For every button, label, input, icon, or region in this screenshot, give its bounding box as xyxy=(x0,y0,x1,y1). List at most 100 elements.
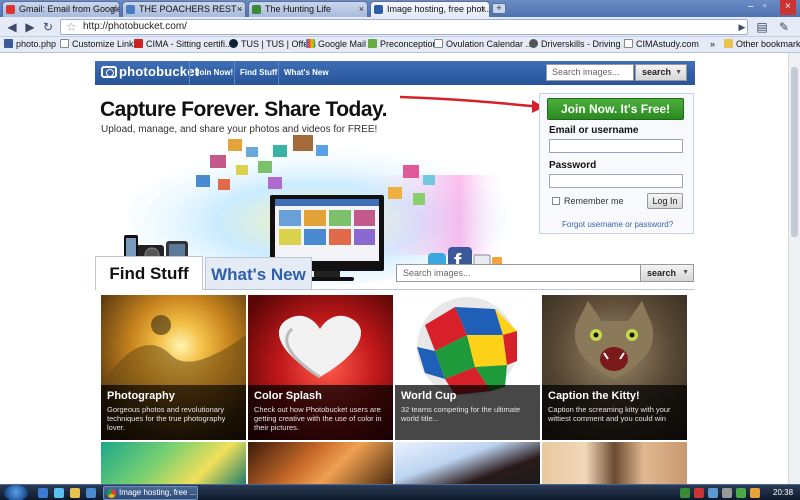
network-icon[interactable] xyxy=(736,488,746,498)
tile-description: Check out how Photobucket users are gett… xyxy=(254,405,382,432)
photography-image xyxy=(101,315,246,385)
bookmarks-overflow[interactable]: » xyxy=(710,37,715,52)
explorer-icon[interactable] xyxy=(70,488,80,498)
log-in-button[interactable]: Log In xyxy=(647,193,683,209)
minimize-icon[interactable]: – xyxy=(748,0,754,15)
tile-caption: Photography Gorgeous photos and revolutio… xyxy=(101,385,246,440)
camera-icon xyxy=(101,66,117,78)
go-icon[interactable]: ▶ xyxy=(734,19,750,35)
tab-label: THE POACHERS REST - P... xyxy=(139,4,246,14)
o2-icon xyxy=(229,39,238,48)
bookmark-item[interactable]: Preconception xyxy=(368,37,438,52)
bookmark-item[interactable]: TUS | TUS | Offers xyxy=(229,37,316,52)
close-icon[interactable]: × xyxy=(359,2,364,16)
page-menu-icon[interactable]: ▤ xyxy=(754,19,770,35)
tab-whats-new[interactable]: What's New xyxy=(205,257,312,290)
category-tile-row2-4[interactable] xyxy=(542,442,687,484)
email-field[interactable] xyxy=(549,139,683,153)
wheel-icon xyxy=(529,39,538,48)
body-search-button[interactable]: search ▼ xyxy=(640,264,694,282)
password-field[interactable] xyxy=(549,174,683,188)
browser-toolbar: ◀ ▶ ↻ http://photobucket.com/ ☆ ▶ ▤ ✎ xyxy=(0,17,800,37)
remember-me-checkbox[interactable] xyxy=(552,197,560,205)
folder-icon xyxy=(724,39,733,48)
page-scrollbar[interactable] xyxy=(788,53,800,484)
close-icon[interactable]: × xyxy=(481,2,486,16)
nav-find-stuff[interactable]: Find Stuff xyxy=(234,61,282,85)
tab-photobucket[interactable]: Image hosting, free phot... × xyxy=(370,1,490,17)
new-tab-button[interactable]: + xyxy=(492,3,506,14)
page-icon xyxy=(60,39,69,48)
tab-label: Gmail: Email from Google xyxy=(19,4,120,14)
category-tile-color-splash[interactable]: Color Splash Check out how Photobucket us… xyxy=(248,295,393,440)
page-icon xyxy=(624,39,633,48)
body-search-input[interactable]: Search images... xyxy=(396,264,641,282)
nav-join-now[interactable]: Join Now! xyxy=(189,61,238,85)
back-icon[interactable]: ◀ xyxy=(4,19,20,35)
bookmark-item[interactable]: Customize Links xyxy=(60,37,138,52)
category-tile-row2-1[interactable] xyxy=(101,442,246,484)
taskbar-clock: 20:38 xyxy=(773,488,794,497)
forum-icon xyxy=(126,5,135,14)
close-icon[interactable]: × xyxy=(237,2,242,16)
tray-icon[interactable] xyxy=(694,488,704,498)
category-tile-row2-3[interactable] xyxy=(395,442,540,484)
google-icon xyxy=(306,39,315,48)
photobucket-logo[interactable]: photobucket xyxy=(101,64,199,79)
tile-caption: Caption the Kitty! Caption the screaming … xyxy=(542,385,687,440)
bookmark-item[interactable]: Google Mail xyxy=(306,37,366,52)
join-now-button[interactable]: Join Now. It's Free! xyxy=(547,98,684,120)
bookmark-item[interactable]: photo.php xyxy=(4,37,56,52)
tray-icon[interactable] xyxy=(708,488,718,498)
chrome-icon xyxy=(107,489,116,498)
reload-icon[interactable]: ↻ xyxy=(40,19,56,35)
wrench-icon[interactable]: ✎ xyxy=(776,19,792,35)
tab-hunting-life[interactable]: The Hunting Life × xyxy=(248,1,368,17)
other-bookmarks[interactable]: Other bookmarks xyxy=(724,37,800,52)
annotation-arrow xyxy=(399,95,544,113)
dropdown-icon[interactable]: ▼ xyxy=(675,65,682,80)
hero-headline: Capture Forever. Share Today. xyxy=(100,98,388,121)
tile-description: Caption the screaming kitty with your wi… xyxy=(548,405,671,423)
email-label: Email or username xyxy=(549,125,639,136)
volume-icon[interactable] xyxy=(722,488,732,498)
bookmark-item[interactable]: Ovulation Calendar ... xyxy=(434,37,533,52)
tile-description: 32 teams competing for the ultimate worl… xyxy=(401,405,521,423)
site-icon xyxy=(252,5,261,14)
header-search-input[interactable]: Search images... xyxy=(546,64,634,81)
dropdown-icon[interactable]: ▼ xyxy=(682,265,689,281)
ie-icon[interactable] xyxy=(54,488,64,498)
bookmark-item[interactable]: Driverskills - Driving ... xyxy=(529,37,631,52)
category-tile-world-cup[interactable]: World Cup 32 teams competing for the ulti… xyxy=(395,295,540,440)
taskbar-chrome-window[interactable]: Image hosting, free ... xyxy=(103,486,198,500)
header-search-button[interactable]: search ▼ xyxy=(635,64,687,81)
soccer-ball-image xyxy=(417,297,517,397)
address-bar[interactable]: http://photobucket.com/ xyxy=(60,19,748,35)
security-icon[interactable] xyxy=(750,488,760,498)
hero-subheadline: Upload, manage, and share your photos an… xyxy=(101,124,378,135)
bookmark-item[interactable]: CIMA - Sitting certifi... xyxy=(134,37,233,52)
gmail-icon xyxy=(6,5,15,14)
switch-windows-icon[interactable] xyxy=(86,488,96,498)
tray-icon[interactable] xyxy=(680,488,690,498)
nav-whats-new[interactable]: What's New xyxy=(278,61,334,85)
forgot-password-link[interactable]: Forgot username or password? xyxy=(562,220,673,229)
category-tile-caption-the-kitty[interactable]: Caption the Kitty! Caption the screaming … xyxy=(542,295,687,440)
close-icon[interactable]: × xyxy=(111,2,116,16)
tile-caption: Color Splash Check out how Photobucket us… xyxy=(248,385,393,440)
close-window-icon[interactable]: × xyxy=(780,0,796,15)
cima-icon xyxy=(134,39,143,48)
tab-gmail[interactable]: Gmail: Email from Google × xyxy=(2,1,120,17)
forward-icon[interactable]: ▶ xyxy=(22,19,38,35)
tab-find-stuff[interactable]: Find Stuff xyxy=(95,256,203,290)
heart-image xyxy=(278,315,362,379)
tab-poachers-rest[interactable]: THE POACHERS REST - P... × xyxy=(122,1,246,17)
scrollbar-thumb[interactable] xyxy=(791,67,798,237)
maximize-icon[interactable]: ▫ xyxy=(763,0,767,15)
star-icon[interactable]: ☆ xyxy=(66,19,77,35)
bookmark-item[interactable]: CIMAstudy.com xyxy=(624,37,699,52)
start-button[interactable] xyxy=(4,485,28,500)
category-tile-photography[interactable]: Photography Gorgeous photos and revolutio… xyxy=(101,295,246,440)
category-tile-row2-2[interactable] xyxy=(248,442,393,484)
desktop-icon[interactable] xyxy=(38,488,48,498)
